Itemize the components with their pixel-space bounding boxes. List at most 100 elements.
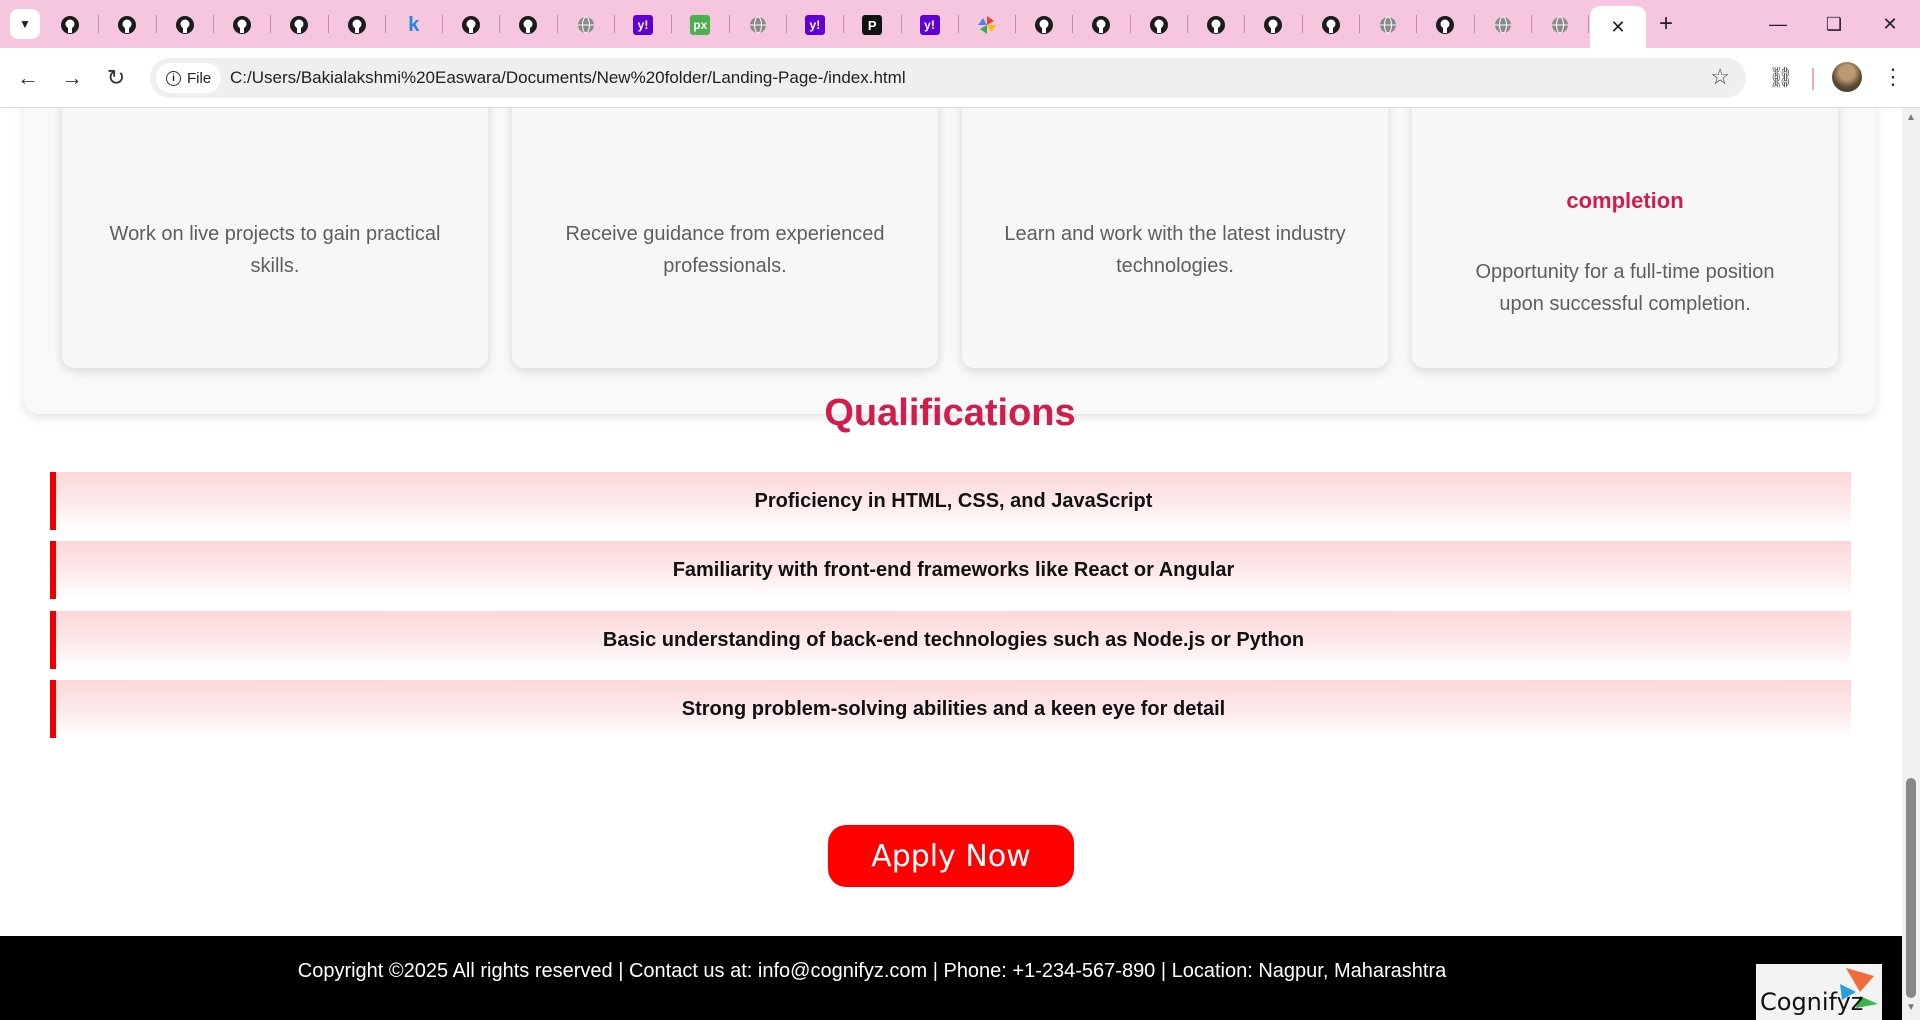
github-icon	[175, 15, 195, 35]
browser-toolbar: ← → ↻ i File C:/Users/Bakialakshmi%20Eas…	[0, 48, 1920, 108]
extensions-puzzle-icon[interactable]: ⛓	[1766, 62, 1796, 92]
apply-now-button[interactable]: Apply Now	[828, 825, 1074, 887]
browser-tab[interactable]: y!	[615, 8, 671, 42]
k-icon: k	[408, 13, 420, 36]
browser-tab[interactable]: k	[386, 8, 442, 42]
github-icon	[117, 15, 137, 35]
benefit-description: Opportunity for a full-time position upo…	[1475, 261, 1775, 315]
window-close-button[interactable]: ✕	[1862, 0, 1918, 48]
yahoo-icon: y!	[633, 15, 653, 35]
benefit-description: Receive guidance from experienced profes…	[565, 223, 885, 277]
pinwheel-icon	[977, 15, 997, 35]
scroll-up-arrow-icon[interactable]: ▲	[1906, 112, 1916, 123]
browser-tab[interactable]	[959, 8, 1015, 42]
scroll-down-arrow-icon[interactable]: ▼	[1906, 1002, 1916, 1013]
benefit-card: Work on live projects to gain practical …	[62, 108, 488, 368]
browser-tab[interactable]	[1360, 8, 1416, 42]
github-icon	[1263, 15, 1283, 35]
url-text[interactable]: C:/Users/Bakialakshmi%20Easwara/Document…	[230, 68, 906, 88]
browser-tab[interactable]	[500, 8, 556, 42]
github-icon	[518, 15, 538, 35]
benefit-card: Learn and work with the latest industry …	[962, 108, 1388, 368]
globe-icon	[1493, 15, 1513, 35]
globe-icon	[1550, 15, 1570, 35]
browser-tab[interactable]	[271, 8, 327, 42]
minimize-button[interactable]: —	[1750, 0, 1806, 48]
cognifyz-logo: Cognifyz	[1756, 964, 1882, 1020]
browser-tab[interactable]	[1073, 8, 1129, 42]
github-icon	[1034, 15, 1054, 35]
browser-tab[interactable]	[329, 8, 385, 42]
browser-tab[interactable]	[1188, 8, 1244, 42]
browser-tab[interactable]	[443, 8, 499, 42]
github-icon	[347, 15, 367, 35]
benefits-section: Work on live projects to gain practical …	[24, 108, 1876, 414]
browser-tab[interactable]	[1131, 8, 1187, 42]
toolbar-divider	[1812, 68, 1814, 90]
browser-tab[interactable]: px	[672, 8, 728, 42]
github-icon	[461, 15, 481, 35]
browser-tab[interactable]	[1303, 8, 1359, 42]
github-icon	[60, 15, 80, 35]
forward-button[interactable]: →	[56, 62, 88, 94]
benefit-description: Work on live projects to gain practical …	[109, 223, 441, 277]
browser-tab[interactable]	[1016, 8, 1072, 42]
footer-contact-text: Copyright ©2025 All rights reserved | Co…	[297, 960, 1447, 982]
pixabay-icon: px	[690, 15, 711, 35]
globe-icon	[576, 15, 596, 35]
reload-button[interactable]: ↻	[100, 62, 132, 94]
browser-tab[interactable]	[99, 8, 155, 42]
tab-strip: ▼ k y! px y! Py! ✕ + — ❏ ✕	[0, 0, 1920, 48]
logo-wordmark: Cognifyz	[1760, 988, 1864, 1016]
benefit-card: Receive guidance from experienced profes…	[512, 108, 938, 368]
github-icon	[1149, 15, 1169, 35]
browser-tab[interactable]	[1475, 8, 1531, 42]
benefit-card: completion Opportunity for a full-time p…	[1412, 108, 1838, 368]
qualification-item: Strong problem-solving abilities and a k…	[50, 680, 1851, 738]
browser-tab[interactable]	[157, 8, 213, 42]
browser-tab[interactable]: P	[844, 8, 900, 42]
active-tab-close-button[interactable]: ✕	[1590, 6, 1646, 48]
browser-tab[interactable]	[1417, 8, 1473, 42]
tab-search-button[interactable]: ▼	[10, 9, 40, 39]
qualifications-heading: Qualifications	[824, 392, 1076, 434]
site-info-chip[interactable]: i File	[156, 63, 222, 93]
benefit-title: completion	[1566, 188, 1684, 213]
profile-avatar[interactable]	[1832, 62, 1862, 92]
globe-icon	[748, 15, 768, 35]
new-tab-button[interactable]: +	[1650, 8, 1682, 40]
bookmark-star-icon[interactable]: ☆	[1710, 64, 1730, 90]
browser-tab[interactable]	[730, 8, 786, 42]
page-scrollbar[interactable]: ▲ ▼	[1902, 108, 1920, 1020]
qualification-item: Familiarity with front-end frameworks li…	[50, 541, 1851, 599]
page-viewport: Work on live projects to gain practical …	[0, 108, 1920, 1020]
github-icon	[1206, 15, 1226, 35]
github-icon	[1321, 15, 1341, 35]
p-icon: P	[862, 15, 883, 35]
qualification-item: Basic understanding of back-end technolo…	[50, 611, 1851, 669]
browser-tab[interactable]	[558, 8, 614, 42]
yahoo-icon: y!	[919, 15, 940, 35]
github-icon	[1091, 15, 1111, 35]
site-info-label: File	[187, 69, 212, 87]
restore-button[interactable]: ❏	[1806, 0, 1862, 48]
browser-tab[interactable]	[214, 8, 270, 42]
browser-menu-icon[interactable]: ⋮	[1878, 62, 1908, 92]
github-icon	[289, 15, 309, 35]
address-bar[interactable]: i File C:/Users/Bakialakshmi%20Easwara/D…	[150, 58, 1746, 98]
browser-tab[interactable]	[42, 8, 98, 42]
info-icon: i	[166, 70, 181, 86]
tab-separator	[1588, 15, 1590, 33]
browser-tab[interactable]: y!	[902, 8, 958, 42]
footer: Copyright ©2025 All rights reserved | Co…	[0, 936, 1902, 1020]
browser-tab[interactable]: y!	[787, 8, 843, 42]
benefit-description: Learn and work with the latest industry …	[1004, 223, 1346, 277]
qualification-item: Proficiency in HTML, CSS, and JavaScript	[50, 472, 1851, 530]
github-icon	[1435, 15, 1455, 35]
scrollbar-thumb[interactable]	[1906, 778, 1916, 998]
browser-tab[interactable]	[1245, 8, 1301, 42]
browser-tab[interactable]	[1532, 8, 1588, 42]
yahoo-icon: y!	[804, 15, 825, 35]
back-button[interactable]: ←	[12, 62, 44, 94]
github-icon	[232, 15, 252, 35]
